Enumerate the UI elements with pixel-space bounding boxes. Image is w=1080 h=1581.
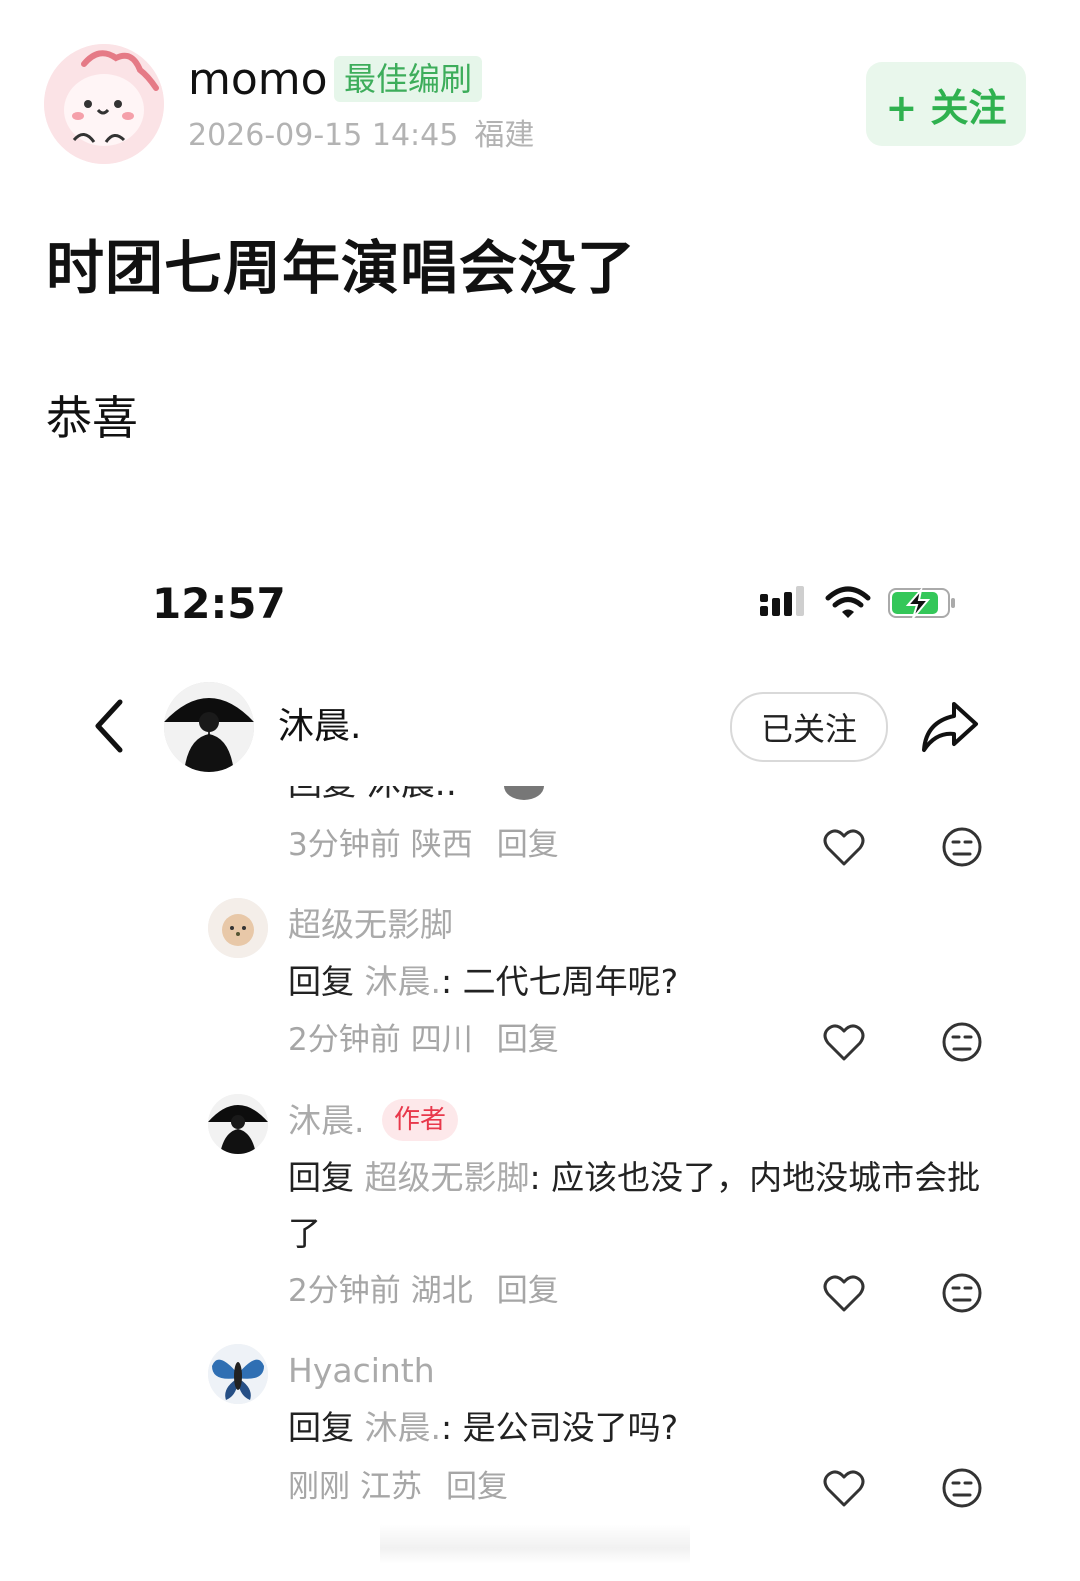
- reply-target[interactable]: 超级无影脚: [365, 1158, 530, 1197]
- follow-button[interactable]: + 关注: [866, 62, 1026, 146]
- comment-text: 回复 沐晨.: 二代七周年呢?: [288, 962, 679, 1001]
- butterfly-avatar-icon: [208, 1344, 268, 1404]
- share-icon[interactable]: [918, 696, 982, 756]
- followed-button[interactable]: 已关注: [730, 692, 888, 762]
- post-username[interactable]: momo: [188, 52, 328, 108]
- screenshot-bottom-edge: [380, 1524, 690, 1564]
- signal-icon: [760, 586, 804, 616]
- cartoon-avatar-icon: [44, 44, 164, 164]
- umbrella-person-avatar-icon: [164, 682, 254, 772]
- status-bar-time: 12:57: [152, 579, 286, 628]
- wifi-icon: [825, 586, 871, 618]
- post-meta: 2026-09-15 14:45 福建: [188, 114, 534, 158]
- post-author-avatar[interactable]: [44, 44, 164, 164]
- heart-icon[interactable]: [822, 826, 866, 868]
- post-title: 时团七周年演唱会没了: [46, 234, 637, 302]
- comment-meta: 3分钟前 陕西 回复: [288, 827, 559, 863]
- comment-author-name[interactable]: 超级无影脚: [288, 902, 453, 948]
- post-location: 福建: [474, 118, 535, 153]
- cutoff-comment-text: 回复 沐晨.: ·: [288, 786, 558, 804]
- comment-author-name[interactable]: 沐晨.: [288, 1098, 365, 1144]
- reply-link[interactable]: 回复: [497, 827, 559, 863]
- author-tag: 作者: [382, 1099, 459, 1141]
- comment-avatar[interactable]: [208, 1094, 268, 1154]
- heart-icon[interactable]: [822, 1021, 866, 1063]
- neutral-face-icon[interactable]: [940, 826, 984, 868]
- comment-text: 回复 超级无影脚: 应该也没了，内地没城市会批了: [288, 1158, 981, 1253]
- reply-target[interactable]: 沐晨.: [365, 962, 442, 1001]
- post-datetime: 2026-09-15 14:45: [188, 118, 459, 153]
- heart-icon[interactable]: [822, 1272, 866, 1314]
- heart-icon[interactable]: [822, 1467, 866, 1509]
- comment-meta: 2分钟前 湖北 回复: [288, 1273, 559, 1309]
- reply-target[interactable]: 沐晨.: [365, 1408, 442, 1447]
- comment-meta: 2分钟前 四川 回复: [288, 1022, 559, 1058]
- umbrella-person-avatar-icon: [208, 1094, 268, 1154]
- comment-text: 回复 沐晨.: 是公司没了吗?: [288, 1408, 679, 1447]
- neutral-face-icon[interactable]: [940, 1021, 984, 1063]
- reply-link[interactable]: 回复: [446, 1469, 508, 1505]
- emoji-icon: [504, 786, 544, 800]
- best-editor-badge: 最佳编刷: [334, 56, 483, 102]
- comment-author-name[interactable]: Hyacinth: [288, 1348, 435, 1394]
- neutral-face-icon[interactable]: [940, 1272, 984, 1314]
- post-body: 恭喜: [46, 391, 138, 445]
- status-bar-icons: [760, 586, 955, 619]
- neutral-face-icon[interactable]: [940, 1467, 984, 1509]
- reply-link[interactable]: 回复: [497, 1022, 559, 1058]
- comment-avatar[interactable]: [208, 898, 268, 958]
- battery-charging-icon: [888, 586, 955, 619]
- comment-avatar[interactable]: [208, 1344, 268, 1404]
- comment-meta: 刚刚 江苏 回复: [288, 1469, 508, 1505]
- profile-avatar[interactable]: [164, 682, 254, 772]
- reply-link[interactable]: 回复: [497, 1273, 559, 1309]
- profile-name[interactable]: 沐晨.: [278, 702, 361, 752]
- back-chevron-icon[interactable]: [86, 696, 134, 756]
- pomeranian-avatar-icon: [208, 898, 268, 958]
